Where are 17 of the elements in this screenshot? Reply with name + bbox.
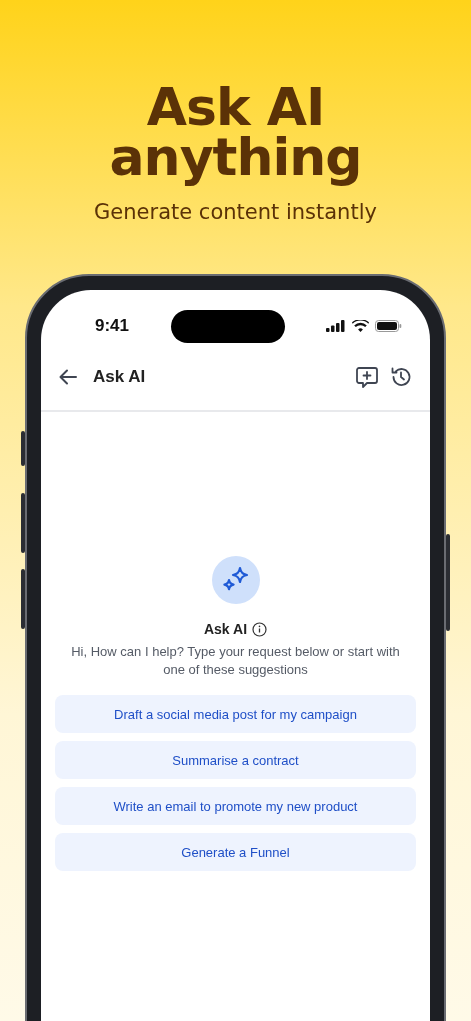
page-title: Ask AI — [93, 367, 147, 387]
sparkle-icon — [211, 556, 260, 604]
suggestion-button[interactable]: Draft a social media post for my campaign — [55, 695, 416, 733]
assistant-title: Ask AI — [203, 621, 248, 637]
suggestion-button[interactable]: Summarise a contract — [55, 741, 416, 779]
history-icon[interactable] — [390, 366, 412, 388]
battery-icon — [375, 320, 402, 332]
assistant-message: Hi, How can I help? Type your request below or start with one of these suggestions — [70, 643, 401, 679]
info-icon[interactable] — [252, 621, 268, 637]
subtitle: Generate content instantly — [93, 200, 378, 224]
wifi-icon — [352, 320, 369, 332]
suggestion-button[interactable]: Generate a Funnel — [55, 833, 416, 871]
new-chat-icon[interactable] — [356, 366, 378, 388]
signal-icon — [326, 320, 346, 332]
back-arrow-icon[interactable] — [59, 369, 77, 385]
suggestion-button[interactable]: Write an email to promote my new product — [55, 787, 416, 825]
status-time: 9:41 — [95, 316, 130, 336]
